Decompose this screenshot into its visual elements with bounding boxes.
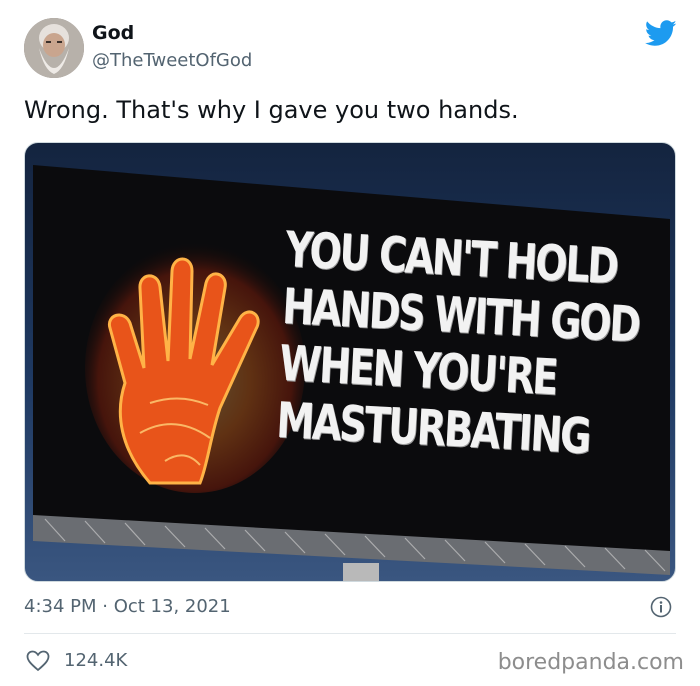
tweet-card: God @TheTweetOfGod Wrong. That's why I g…: [0, 0, 700, 686]
watermark: boredpanda.com: [497, 650, 684, 675]
handle[interactable]: @TheTweetOfGod: [92, 50, 252, 71]
display-name[interactable]: God: [92, 22, 134, 44]
billboard-text: YOU CAN'T HOLD HANDS WITH GOD WHEN YOU'R…: [275, 221, 656, 468]
info-icon[interactable]: [650, 596, 672, 618]
timestamp[interactable]: 4:34 PM · Oct 13, 2021: [24, 596, 231, 617]
heart-icon[interactable]: [26, 650, 50, 672]
like-count[interactable]: 124.4K: [64, 650, 127, 671]
avatar[interactable]: [24, 18, 84, 78]
tweet-text: Wrong. That's why I gave you two hands.: [24, 96, 519, 124]
tweet-media[interactable]: YOU CAN'T HOLD HANDS WITH GOD WHEN YOU'R…: [24, 142, 676, 582]
divider: [24, 633, 676, 634]
flaming-hand-icon: [85, 243, 305, 493]
twitter-bird-icon[interactable]: [644, 20, 677, 47]
